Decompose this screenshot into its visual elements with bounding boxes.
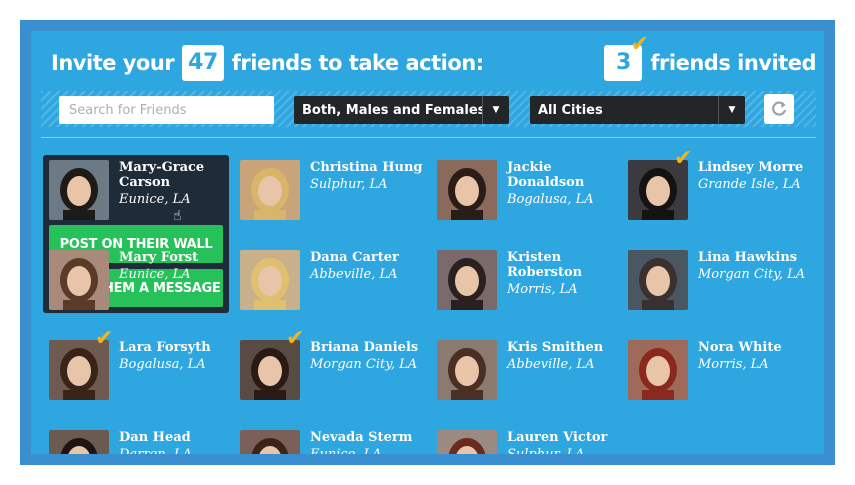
friend-name: Mary Forst Eunice, LA [119,250,239,282]
friend-name: Lina Hawkins Morgan City, LA [698,250,818,282]
friend-location: Eunice, LA [310,447,430,454]
friend-name-text: Dana Carter [310,250,399,265]
friend-name: Kris Smithen Abbeville, LA [507,340,627,372]
friend-name-text: Mary-Grace Carson [119,160,205,190]
friend-name: Jackie Donaldson Bogalusa, LA [507,160,627,207]
avatar [240,430,300,454]
friend-location: Sulphur, LA [310,177,388,192]
friend-name: Lara Forsyth Bogalusa, LA [119,340,239,372]
avatar [437,250,497,310]
invited-check-icon: ✔ [95,326,114,351]
friend-name: Lindsey Morre Grande Isle, LA [698,160,818,192]
avatar [49,160,109,220]
friend-name-text: Nora White [698,340,782,355]
avatar [49,430,109,454]
friend-name: Christina Hung Sulphur, LA [310,160,430,192]
friend-name-text: Dan Head [119,430,191,445]
avatar [628,340,688,400]
avatar [240,250,300,310]
friend-card[interactable]: Kristen Roberston Morris, LA [437,250,627,316]
friend-card[interactable]: Nora White Morris, LA [628,340,818,406]
friend-name: Mary-Grace Carson Eunice, LA [119,160,239,207]
friend-name-text: Mary Forst [119,250,199,265]
friend-card[interactable]: Dana Carter Abbeville, LA [240,250,430,316]
friend-name: Dan Head Darren, LA [119,430,239,454]
invited-check-icon: ✔ [286,326,305,351]
friend-location: Grande Isle, LA [698,177,801,192]
friend-location: Eunice, LA [119,192,191,207]
avatar [49,250,109,310]
friend-name: Nora White Morris, LA [698,340,818,372]
friend-name: Nevada Sterm Eunice, LA [310,430,430,454]
friend-location: Morgan City, LA [698,267,806,282]
friend-card[interactable]: Kris Smithen Abbeville, LA [437,340,627,406]
friend-location: Morris, LA [698,357,769,372]
friend-card[interactable]: Lina Hawkins Morgan City, LA [628,250,818,316]
friend-location: Abbeville, LA [507,357,595,372]
friend-name-text: Lauren Victor [507,430,608,445]
avatar [437,430,497,454]
friend-name-text: Kristen Roberston [507,250,583,280]
invited-check-icon: ✔ [674,146,693,171]
friend-name-text: Kris Smithen [507,340,604,355]
friends-grid: Mary-Grace Carson Eunice, LA ☝ Christina Hu… [31,31,824,454]
avatar [437,160,497,220]
friend-name: Lauren Victor Sulphur, LA [507,430,627,454]
friend-card[interactable]: Mary Forst Eunice, LA [49,250,239,316]
friend-card[interactable]: Briana Daniels Morgan City, LA ✔ [240,328,430,406]
friend-name: Briana Daniels Morgan City, LA [310,340,430,372]
friend-name-text: Lara Forsyth [119,340,211,355]
friend-name: Kristen Roberston Morris, LA [507,250,627,297]
hand-cursor-icon: ☝ [173,208,182,224]
friend-card[interactable]: Mary-Grace Carson Eunice, LA ☝ [49,160,239,226]
friend-name-text: Lina Hawkins [698,250,798,265]
friend-location: Abbeville, LA [310,267,398,282]
avatar [628,250,688,310]
friend-name: Dana Carter Abbeville, LA [310,250,430,282]
friend-location: Morris, LA [507,282,578,297]
friend-card[interactable]: Dan Head Darren, LA [49,430,239,454]
friend-card[interactable]: Lindsey Morre Grande Isle, LA ✔ [628,148,818,226]
friend-name-text: Lindsey Morre [698,160,804,175]
friend-name-text: Briana Daniels [310,340,419,355]
avatar [240,160,300,220]
friend-name-text: Nevada Sterm [310,430,413,445]
friend-card[interactable]: Nevada Sterm Eunice, LA [240,430,430,454]
friend-location: Eunice, LA [119,267,191,282]
friend-card[interactable]: Lara Forsyth Bogalusa, LA ✔ [49,328,239,406]
invite-panel: Invite your 47 friends to take action: 3… [31,31,824,454]
friend-card[interactable]: Jackie Donaldson Bogalusa, LA [437,160,627,226]
friend-card[interactable]: Lauren Victor Sulphur, LA [437,430,627,454]
friend-location: Sulphur, LA [507,447,627,454]
avatar [437,340,497,400]
friend-name-text: Jackie Donaldson [507,160,585,190]
friend-name-text: Christina Hung [310,160,423,175]
friend-location: Morgan City, LA [310,357,418,372]
friend-location: Bogalusa, LA [507,192,594,207]
friend-location: Bogalusa, LA [119,357,206,372]
friend-card[interactable]: Christina Hung Sulphur, LA [240,160,430,226]
friend-location: Darren, LA [119,447,239,454]
